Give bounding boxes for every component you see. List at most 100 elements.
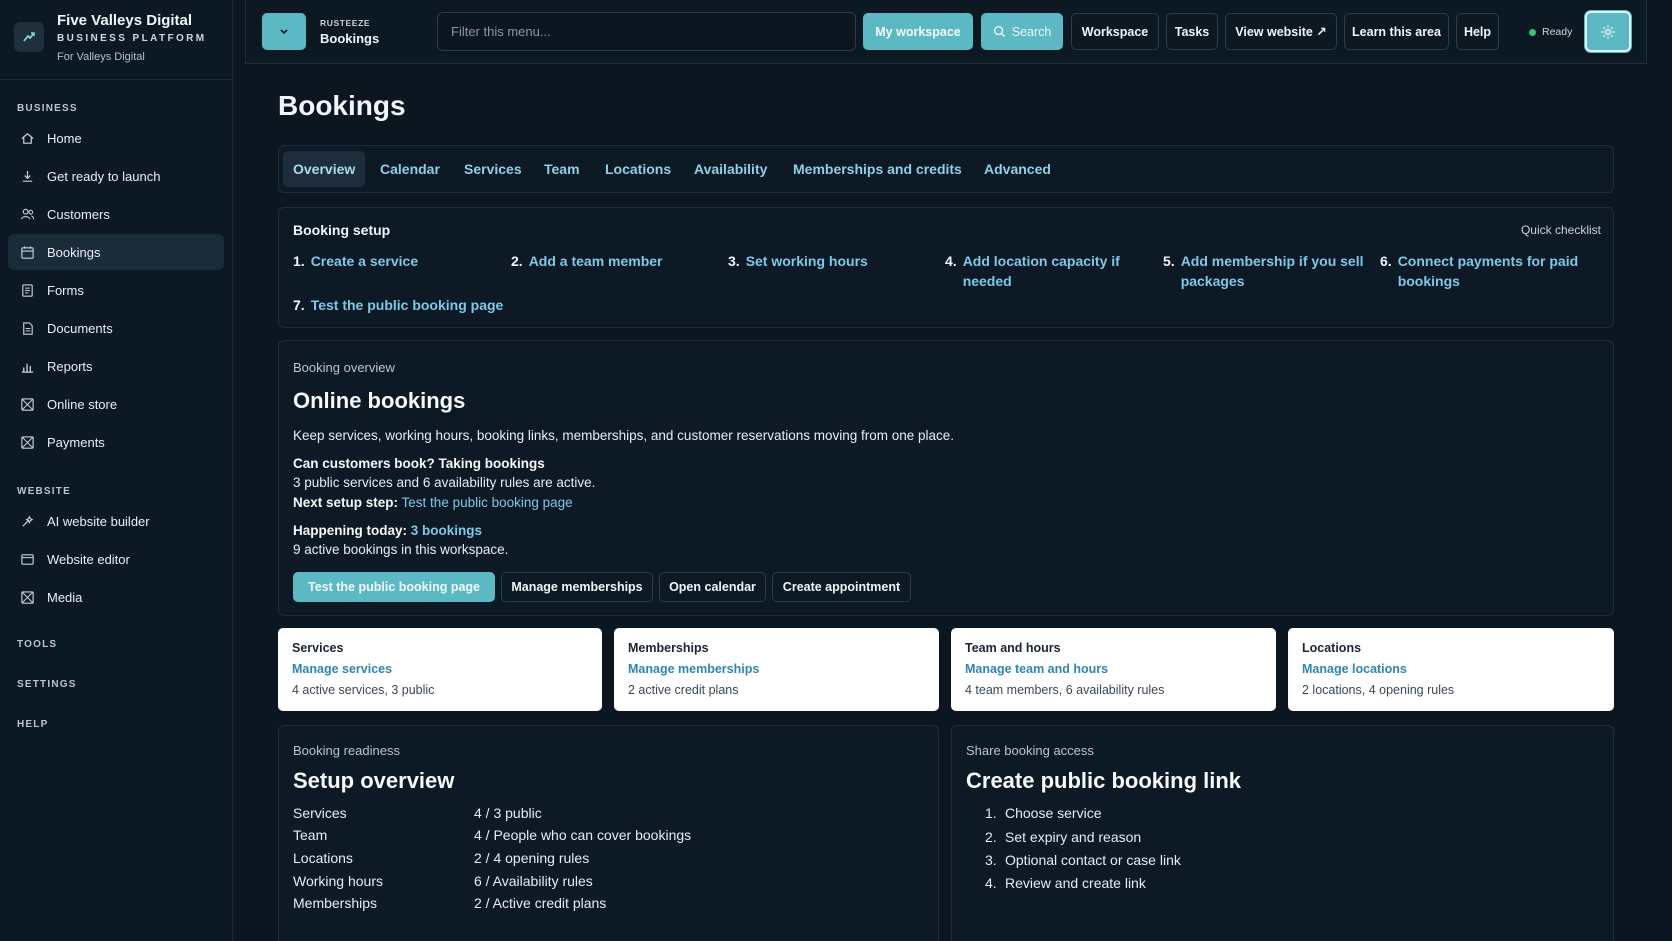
readiness-row-key: Team: [293, 827, 328, 843]
sidebar-item-website-editor[interactable]: Website editor: [8, 541, 224, 577]
tasks-button[interactable]: Tasks: [1166, 13, 1218, 50]
editor-icon: [19, 551, 35, 567]
sidebar-item-label: Customers: [47, 206, 110, 222]
summary-card-locations: Locations Manage locations 2 locations, …: [1288, 628, 1614, 711]
sparkle-icon: [19, 513, 35, 529]
sidebar: Five Valleys Digital BUSINESS PLATFORM F…: [0, 0, 233, 941]
readiness-row-key: Services: [293, 805, 347, 821]
tab-services[interactable]: Services: [454, 151, 532, 187]
sidebar-item-label: Reports: [47, 358, 93, 374]
manage-memberships-button[interactable]: Manage memberships: [501, 572, 653, 602]
brand-name: Five Valleys Digital: [57, 12, 193, 29]
sidebar-item-label: AI website builder: [47, 513, 150, 529]
form-icon: [19, 282, 35, 298]
sidebar-item-label: Payments: [47, 434, 105, 450]
tab-overview[interactable]: Overview: [283, 151, 366, 187]
sidebar-item-media[interactable]: Media: [8, 579, 224, 615]
create-appointment-button[interactable]: Create appointment: [772, 572, 911, 602]
collapse-menu-button[interactable]: [262, 13, 306, 50]
today-label: Happening today:: [293, 523, 407, 538]
share-step: 3. Optional contact or case link: [985, 852, 1181, 868]
sidebar-item-reports[interactable]: Reports: [8, 348, 224, 384]
tab-calendar[interactable]: Calendar: [370, 151, 450, 187]
setup-step: 1. Create a service: [293, 251, 493, 271]
setup-step: 2. Add a team member: [511, 251, 711, 271]
setup-step: 3. Set working hours: [728, 251, 928, 271]
share-step-number: 4.: [985, 875, 997, 891]
setup-step-number: 3.: [728, 253, 740, 269]
setup-step-link[interactable]: Test the public booking page: [311, 295, 504, 315]
setup-step-link[interactable]: Connect payments for paid bookings: [1398, 251, 1595, 291]
sidebar-item-forms[interactable]: Forms: [8, 272, 224, 308]
brand-for: For Valleys Digital: [57, 51, 145, 63]
sidebar-item-customers[interactable]: Customers: [8, 196, 224, 232]
section-help[interactable]: HELP: [0, 719, 48, 730]
sidebar-item-label: Online store: [47, 396, 118, 412]
share-step-text: Choose service: [1005, 805, 1102, 821]
tab-availability[interactable]: Availability: [684, 151, 777, 187]
sidebar-item-get-ready[interactable]: Get ready to launch: [8, 158, 224, 194]
card-meta: 4 active services, 3 public: [292, 683, 435, 697]
sidebar-item-home[interactable]: Home: [8, 120, 224, 156]
setup-step: 4. Add location capacity if needed: [945, 251, 1135, 291]
booking-overview-panel: Booking overview Online bookings Keep se…: [278, 340, 1614, 616]
card-title: Memberships: [628, 641, 709, 655]
sidebar-item-documents[interactable]: Documents: [8, 310, 224, 346]
search-button[interactable]: Search: [981, 13, 1063, 50]
today-line: Happening today: 3 bookings: [293, 523, 482, 538]
section-tools[interactable]: TOOLS: [0, 639, 57, 650]
sidebar-item-payments[interactable]: Payments: [8, 424, 224, 460]
setup-step-link[interactable]: Set working hours: [746, 251, 868, 271]
media-icon: [19, 589, 35, 605]
sidebar-item-bookings[interactable]: Bookings: [8, 234, 224, 270]
learn-this-area-button[interactable]: Learn this area: [1344, 13, 1449, 50]
setup-step-link[interactable]: Add membership if you sell packages: [1181, 251, 1368, 291]
summary-card-team-and-hours: Team and hours Manage team and hours 4 t…: [951, 628, 1276, 711]
users-icon: [19, 206, 35, 222]
tab-locations[interactable]: Locations: [595, 151, 681, 187]
card-link[interactable]: Manage locations: [1302, 662, 1407, 676]
sidebar-item-ai-website-builder[interactable]: AI website builder: [8, 503, 224, 539]
sidebar-item-label: Home: [47, 130, 82, 146]
section-settings[interactable]: SETTINGS: [0, 679, 77, 690]
setup-step-number: 7.: [293, 297, 305, 313]
status-dot: [1529, 28, 1536, 36]
test-booking-page-button[interactable]: Test the public booking page: [293, 572, 495, 602]
card-link[interactable]: Manage team and hours: [965, 662, 1108, 676]
can-book-line: Can customers book? Taking bookings: [293, 456, 545, 471]
view-website-button[interactable]: View website ↗: [1225, 13, 1337, 50]
card-link[interactable]: Manage memberships: [628, 662, 759, 676]
setup-step-number: 2.: [511, 253, 523, 269]
card-link[interactable]: Manage services: [292, 662, 392, 676]
share-step-text: Review and create link: [1005, 875, 1146, 891]
can-book-label: Can customers book?: [293, 456, 435, 471]
section-business: BUSINESS: [17, 103, 78, 114]
today-bookings-link[interactable]: 3 bookings: [411, 523, 482, 538]
booking-setup-title: Booking setup: [293, 222, 391, 238]
my-workspace-button[interactable]: My workspace: [863, 13, 973, 50]
settings-button[interactable]: [1585, 11, 1631, 52]
help-button[interactable]: Help: [1456, 13, 1499, 50]
filter-menu-input[interactable]: [437, 12, 856, 51]
share-step-text: Set expiry and reason: [1005, 829, 1142, 845]
setup-step-link[interactable]: Add location capacity if needed: [963, 251, 1135, 291]
breadcrumb-workspace: RUSTEEZE: [320, 18, 371, 28]
document-icon: [19, 320, 35, 336]
tab-team[interactable]: Team: [534, 151, 590, 187]
share-booking-access-panel: Share booking access Create public booki…: [951, 725, 1614, 941]
topbar: RUSTEEZE Bookings My workspace Search Wo…: [245, 0, 1647, 64]
tab-advanced[interactable]: Advanced: [974, 151, 1061, 187]
home-icon: [19, 130, 35, 146]
setup-step-link[interactable]: Create a service: [311, 251, 418, 271]
setup-step-link[interactable]: Add a team member: [529, 251, 663, 271]
open-calendar-button[interactable]: Open calendar: [659, 572, 766, 602]
brand-logo-icon[interactable]: [14, 22, 44, 52]
chevron-down-icon: [280, 28, 288, 34]
overview-title: Online bookings: [293, 388, 466, 413]
workspace-button[interactable]: Workspace: [1071, 13, 1159, 50]
brand-subtitle: BUSINESS PLATFORM: [57, 33, 207, 44]
tab-memberships-and-credits[interactable]: Memberships and credits: [783, 151, 972, 187]
readiness-row-value: 4 / People who can cover bookings: [474, 827, 692, 843]
next-step-link[interactable]: Test the public booking page: [402, 495, 573, 510]
sidebar-item-online-store[interactable]: Online store: [8, 386, 224, 422]
